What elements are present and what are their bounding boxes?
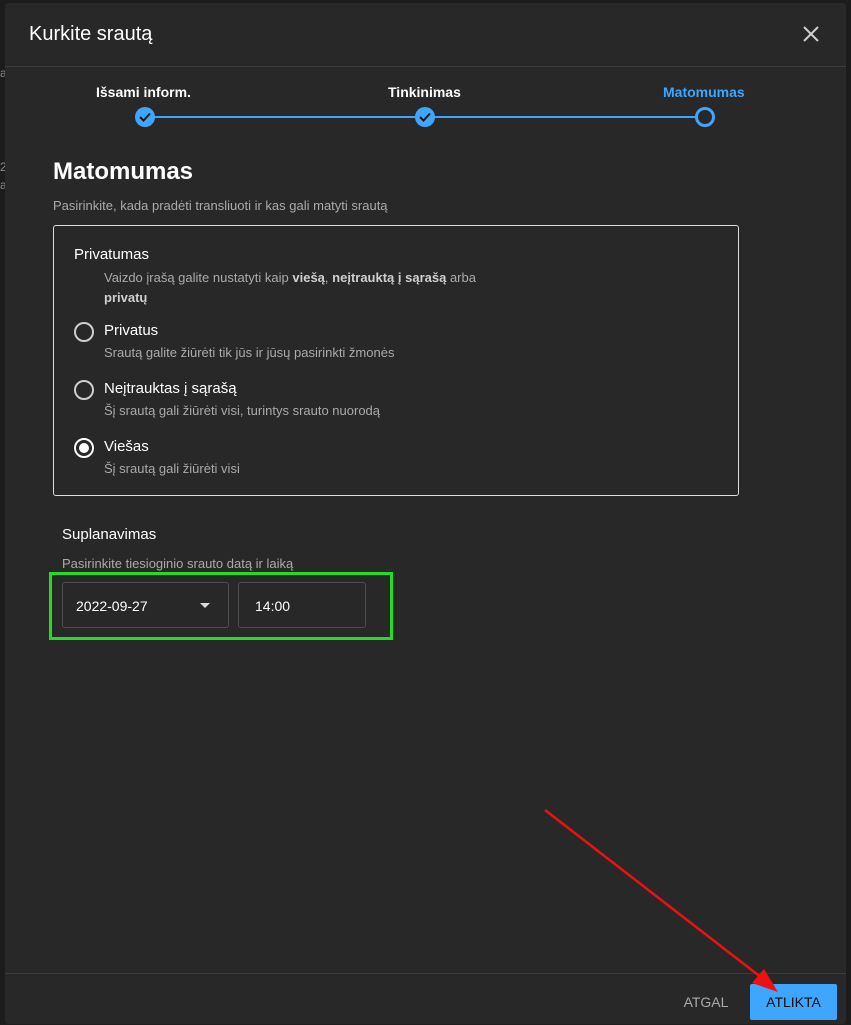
section-title: Matomumas [53, 158, 194, 185]
privacy-description: Vaizdo įrašą galite nustatyti kaip viešą… [104, 268, 524, 308]
radio-description: Šį srautą gali žiūrėti visi [104, 461, 240, 476]
step-current-indicator[interactable] [695, 107, 715, 127]
dialog-title: Kurkite srautą [29, 23, 153, 45]
step-label-customization[interactable]: Tinkinimas [388, 84, 461, 100]
step-label-visibility[interactable]: Matomumas [663, 84, 745, 100]
privacy-desc-or: arba [446, 270, 476, 285]
step-done-check-icon[interactable] [135, 107, 155, 127]
privacy-title: Privatumas [74, 246, 150, 263]
time-input[interactable]: 14:00 [238, 582, 366, 628]
dialog-header: Kurkite srautą [5, 3, 846, 67]
time-value: 14:00 [255, 598, 291, 614]
privacy-desc-private: privatų [104, 290, 148, 305]
dropdown-caret-icon [200, 603, 210, 608]
step-label-details[interactable]: Išsami inform. [96, 84, 191, 100]
radio-private[interactable] [74, 322, 94, 342]
date-value: 2022-09-27 [76, 598, 148, 614]
radio-label: Privatus [104, 322, 159, 339]
radio-public[interactable] [74, 438, 94, 458]
back-button[interactable]: ATGAL [671, 984, 741, 1020]
dialog-footer: ATGAL ATLIKTA [5, 973, 846, 1025]
privacy-desc-unlisted: neįtrauktą į sąrašą [332, 270, 447, 285]
privacy-panel: Privatumas Vaizdo įrašą galite nustatyti… [53, 225, 739, 496]
radio-description: Šį srautą gali žiūrėti visi, turintys sr… [104, 403, 381, 418]
radio-unlisted[interactable] [74, 380, 94, 400]
create-stream-dialog: Kurkite srautą Išsami inform. Tinkinimas… [5, 3, 846, 1024]
done-button[interactable]: ATLIKTA [750, 984, 837, 1020]
schedule-title: Suplanavimas [62, 526, 157, 543]
date-select[interactable]: 2022-09-27 [62, 582, 229, 628]
schedule-subtitle: Pasirinkite tiesioginio srauto datą ir l… [62, 556, 294, 571]
radio-description: Srautą galite žiūrėti tik jūs ir jūsų pa… [104, 345, 395, 360]
step-done-check-icon[interactable] [415, 107, 435, 127]
radio-label: Viešas [104, 438, 149, 455]
privacy-desc-prefix: Vaizdo įrašą galite nustatyti kaip [104, 270, 293, 285]
close-icon[interactable] [802, 25, 820, 43]
radio-label: Neįtrauktas į sąrašą [104, 380, 237, 397]
section-subtitle: Pasirinkite, kada pradėti transliuoti ir… [53, 198, 388, 213]
privacy-desc-public: viešą [292, 270, 325, 285]
